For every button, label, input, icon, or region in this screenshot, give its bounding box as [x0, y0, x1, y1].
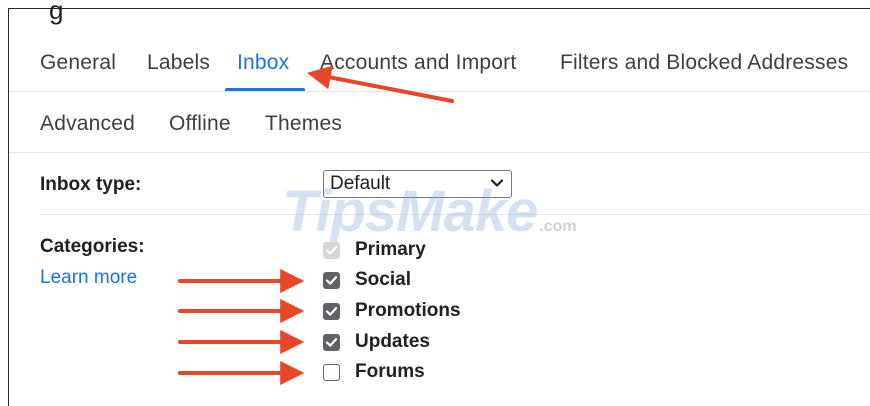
- category-label: Primary: [355, 239, 426, 260]
- check-icon: [325, 338, 338, 347]
- check-icon: [325, 246, 338, 255]
- checkbox-promotions[interactable]: [323, 303, 340, 320]
- tab-filters-and-blocked-addresses[interactable]: Filters and Blocked Addresses: [560, 51, 848, 75]
- category-label: Promotions: [355, 300, 461, 321]
- inbox-type-select[interactable]: Default: [323, 170, 512, 198]
- checkbox-updates[interactable]: [323, 334, 340, 351]
- tab-labels[interactable]: Labels: [147, 51, 210, 75]
- section-divider: [40, 214, 870, 215]
- chevron-down-icon: [490, 179, 504, 187]
- check-icon: [325, 307, 338, 316]
- inbox-type-label: Inbox type:: [40, 174, 142, 195]
- tab-advanced[interactable]: Advanced: [40, 112, 135, 136]
- learn-more-link[interactable]: Learn more: [40, 267, 137, 289]
- category-label: Updates: [355, 331, 430, 352]
- checkbox-forums[interactable]: [323, 364, 340, 381]
- tabs-divider: [9, 91, 870, 92]
- tab-general[interactable]: General: [40, 51, 116, 75]
- category-label: Forums: [355, 361, 425, 382]
- tab-themes[interactable]: Themes: [265, 112, 342, 136]
- tabs-row2-divider: [9, 152, 870, 153]
- category-label: Social: [355, 269, 411, 290]
- categories-label: Categories:: [40, 236, 145, 257]
- checkbox-primary: [323, 242, 340, 259]
- tab-accounts-and-import[interactable]: Accounts and Import: [320, 51, 516, 75]
- checkbox-social[interactable]: [323, 272, 340, 289]
- inbox-type-value: Default: [330, 173, 391, 194]
- page-title-partial: g: [49, 0, 64, 25]
- tab-offline[interactable]: Offline: [169, 112, 231, 136]
- check-icon: [325, 276, 338, 285]
- tab-inbox[interactable]: Inbox: [237, 51, 289, 75]
